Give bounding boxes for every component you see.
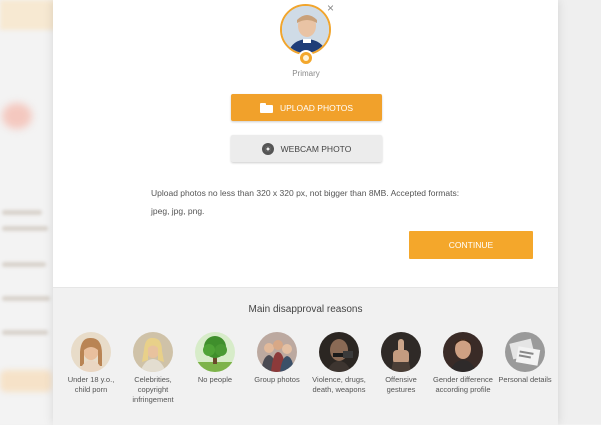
reason-label: Gender difference according profile: [433, 375, 493, 394]
group-photo-icon: [257, 332, 297, 372]
background-text-line: [2, 226, 48, 231]
gesture-photo-icon: [381, 332, 421, 372]
continue-button[interactable]: CONTINUE: [409, 231, 533, 259]
close-icon[interactable]: ×: [327, 2, 334, 14]
webcam-icon: [261, 142, 274, 155]
tree-photo-icon: [195, 332, 235, 372]
background-text-line: [2, 210, 42, 215]
reason-gender-difference: Gender difference according profile: [433, 332, 493, 395]
reason-violence: Violence, drugs, death, weapons: [309, 332, 369, 395]
background-text-line: [2, 330, 48, 335]
background-text-line: [2, 296, 50, 301]
upload-photos-button[interactable]: UPLOAD PHOTOS: [231, 94, 382, 121]
folder-icon: [259, 102, 273, 113]
reason-label: Celebrities, copyright infringement: [132, 375, 174, 404]
weapon-photo-icon: [319, 332, 359, 372]
young-girl-photo-icon: [71, 332, 111, 372]
webcam-photo-label: WEBCAM PHOTO: [280, 143, 352, 154]
celebrity-photo-icon: [133, 332, 173, 372]
background-text-line: [2, 262, 46, 267]
right-page-margin: [558, 0, 601, 424]
reason-offensive-gestures: Offensive gestures: [371, 332, 431, 395]
reason-label: Under 18 y.o., child porn: [67, 375, 115, 394]
avatar[interactable]: [280, 4, 331, 55]
background-button: [0, 370, 52, 392]
reason-label: Violence, drugs, death, weapons: [312, 375, 366, 394]
primary-badge-icon: [298, 50, 314, 66]
reason-label: Group photos: [254, 375, 300, 384]
reason-no-people: No people: [185, 332, 245, 385]
disapproval-title: Main disapproval reasons: [248, 304, 363, 315]
reason-celebrities: Celebrities, copyright infringement: [123, 332, 183, 405]
upload-requirements-text: Upload photos no less than 320 x 320 px,…: [151, 188, 460, 216]
reason-label: No people: [197, 375, 233, 384]
reason-label: Personal details: [498, 375, 552, 384]
primary-label: Primary: [292, 69, 320, 78]
reason-personal-details: Personal details: [495, 332, 555, 385]
webcam-photo-button[interactable]: WEBCAM PHOTO: [231, 135, 382, 162]
reason-group-photos: Group photos: [247, 332, 307, 385]
reason-label: Offensive gestures: [385, 375, 417, 394]
man-photo-icon: [443, 332, 483, 372]
reason-under-18: Under 18 y.o., child porn: [61, 332, 121, 395]
photo-upload-modal: × Primary UPLOAD PHOTOS WEBCAM PHOTO Upl…: [53, 0, 558, 425]
upload-photos-label: UPLOAD PHOTOS: [279, 102, 354, 113]
documents-photo-icon: [505, 332, 545, 372]
disapproval-reasons-section: Main disapproval reasons Under 18 y.o., …: [53, 287, 558, 425]
background-icon: [2, 103, 32, 129]
